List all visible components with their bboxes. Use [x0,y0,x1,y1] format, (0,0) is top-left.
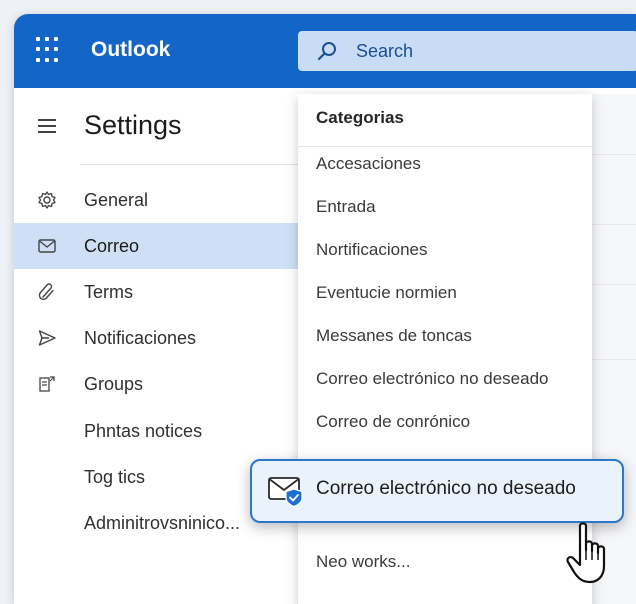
sidebar-item-notificaciones[interactable]: Notificaciones [14,315,298,361]
highlighted-junk-mail-item[interactable]: Correo electrónico no deseado [250,459,624,523]
sidebar-item-label: General [84,190,149,210]
highlighted-item-label: Correo electrónico no deseado [316,478,576,499]
sidebar-item-general[interactable]: General [14,177,298,223]
paperclip-icon [38,283,54,301]
hamburger-menu-icon[interactable] [38,119,56,133]
categories-dropdown: Categorias Accesaciones Entrada Nortific… [298,94,592,604]
dropdown-item[interactable]: Neo works... [316,552,410,572]
sidebar-item-label: Groups [84,374,144,394]
outlook-window: Outlook Search Settings General Correo T… [14,14,636,604]
dropdown-item[interactable]: Entrada [316,197,376,217]
search-icon [317,42,336,61]
mail-shield-icon [268,477,303,507]
dropdown-item[interactable]: Correo de conrónico [316,412,470,432]
send-icon [38,330,56,346]
app-launcher-icon[interactable] [36,37,62,63]
groups-icon [39,376,55,392]
sidebar-item-phntas-notices[interactable]: Phntas notices [14,408,298,454]
sidebar-item-label: Phntas notices [84,421,203,441]
dropdown-item[interactable]: Eventucie normien [316,283,457,303]
search-box[interactable]: Search [298,31,636,71]
dropdown-header: Categorias [316,108,404,127]
mail-icon [38,239,56,253]
dropdown-item[interactable]: Nortificaciones [316,240,428,260]
top-bar: Outlook Search [14,14,636,88]
sidebar-item-groups[interactable]: Groups [14,361,298,407]
sidebar-item-label: Notificaciones [84,328,197,348]
divider [80,164,300,165]
sidebar-item-label: Correo [84,236,140,256]
dropdown-item[interactable]: Correo electrónico no deseado [316,369,548,389]
dropdown-item[interactable]: Messanes de toncas [316,326,472,346]
page-title: Settings [84,110,182,140]
sidebar-item-correo[interactable]: Correo [14,223,298,269]
divider [298,146,592,147]
sidebar-item-label: Adminitrovsninico... [84,513,241,533]
hand-cursor-icon [566,522,606,584]
app-name[interactable]: Outlook [91,38,170,62]
sidebar-item-label: Tog tics [84,467,146,487]
gear-icon [38,191,56,209]
search-placeholder: Search [356,41,414,61]
dropdown-item[interactable]: Accesaciones [316,154,421,174]
sidebar-item-terms[interactable]: Terms [14,269,298,315]
sidebar-item-label: Terms [84,282,133,302]
